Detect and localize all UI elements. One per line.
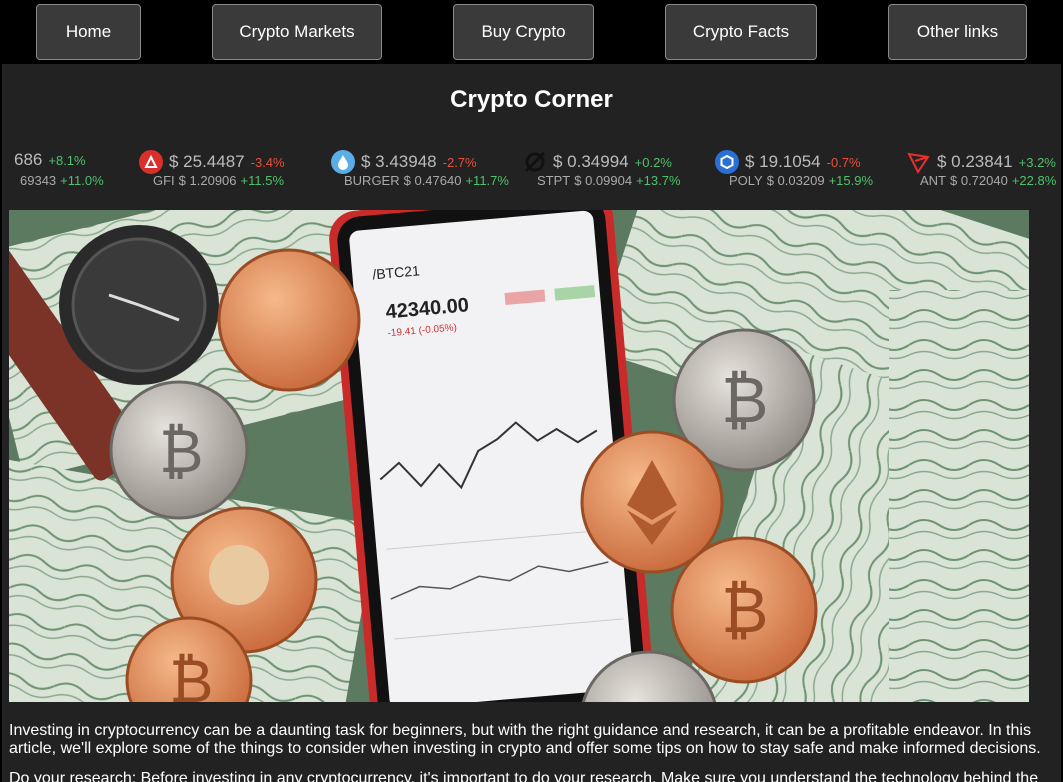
ticker-sub-change: +11.0% bbox=[60, 173, 104, 188]
ticker-sub-change: +11.7% bbox=[465, 173, 509, 188]
ticker-sub-price: $ 1.20906 bbox=[178, 173, 237, 188]
ticker-sub-change: +11.5% bbox=[240, 173, 285, 188]
ticker-change: +3.2% bbox=[1018, 154, 1056, 170]
svg-text:₿: ₿ bbox=[721, 364, 768, 436]
ticker-symbol: BURGER bbox=[344, 173, 400, 188]
hero-image: /BTC21 42340.00 -19.41 (-0.05%) ₿ ₿ ₿ ₿ bbox=[9, 210, 1029, 702]
ticker-sub-change: +13.7% bbox=[636, 173, 681, 188]
ticker-price: $ 25.4487 bbox=[169, 152, 245, 171]
burger-icon bbox=[331, 150, 355, 174]
ticker-change: -3.4% bbox=[250, 154, 285, 170]
ticker-price: 686 bbox=[14, 150, 43, 169]
ticker-price: $ 0.23841 bbox=[937, 152, 1013, 171]
ticker-change: +8.1% bbox=[48, 152, 86, 168]
ticker-price: $ 3.43948 bbox=[361, 152, 437, 171]
ticker-change: -0.7% bbox=[826, 154, 861, 170]
ticker-change: +0.2% bbox=[634, 154, 672, 170]
main-content: Crypto Corner 686 +8.1% 69343 +11.0% $ 2… bbox=[2, 64, 1061, 782]
article-paragraph: Do your research: Before investing in an… bbox=[9, 770, 1039, 782]
ticker-symbol: ANT bbox=[920, 173, 946, 188]
stpt-icon bbox=[523, 150, 547, 174]
svg-text:₿: ₿ bbox=[169, 648, 213, 702]
ticker-symbol: GFI bbox=[153, 173, 175, 188]
ticker-sub-price: $ 0.03209 bbox=[766, 173, 825, 188]
ticker-symbol: POLY bbox=[729, 173, 763, 188]
article-paragraph: Investing in cryptocurrency can be a dau… bbox=[9, 722, 1041, 757]
ticker-price: $ 0.34994 bbox=[553, 152, 629, 171]
top-nav: Home Crypto Markets Buy Crypto Crypto Fa… bbox=[2, 0, 1061, 64]
ticker-sub-change: +22.8% bbox=[1011, 173, 1057, 188]
article-body: Investing in cryptocurrency can be a dau… bbox=[9, 722, 1054, 782]
ticker-sub-price: $ 0.09904 bbox=[574, 173, 633, 188]
page: Home Crypto Markets Buy Crypto Crypto Fa… bbox=[0, 0, 1063, 782]
gfi-icon bbox=[139, 150, 163, 174]
ticker-sub-price: 69343 bbox=[20, 173, 57, 188]
crypto-photo-illustration: /BTC21 42340.00 -19.41 (-0.05%) ₿ ₿ ₿ ₿ bbox=[9, 210, 1029, 702]
price-ticker: 686 +8.1% 69343 +11.0% $ 25.4487 -3.4% G… bbox=[2, 148, 1061, 194]
ticker-price: $ 19.1054 bbox=[745, 152, 821, 171]
ticker-change: -2.7% bbox=[442, 154, 477, 170]
ticker-symbol: STPT bbox=[537, 173, 571, 188]
nav-buy-crypto-button[interactable]: Buy Crypto bbox=[453, 4, 594, 60]
svg-text:₿: ₿ bbox=[159, 418, 203, 485]
svg-text:₿: ₿ bbox=[721, 574, 768, 646]
ticker-sub-price: $ 0.47640 bbox=[403, 173, 462, 188]
nav-crypto-facts-button[interactable]: Crypto Facts bbox=[665, 4, 817, 60]
nav-crypto-markets-button[interactable]: Crypto Markets bbox=[212, 4, 382, 60]
page-title: Crypto Corner bbox=[450, 86, 613, 113]
tron-icon bbox=[907, 150, 931, 174]
nav-other-links-button[interactable]: Other links bbox=[888, 4, 1027, 60]
ticker-sub-price: $ 0.72040 bbox=[950, 173, 1008, 188]
nav-home-button[interactable]: Home bbox=[36, 4, 141, 60]
ticker-sub-change: +15.9% bbox=[828, 173, 874, 188]
poly-icon bbox=[715, 150, 739, 174]
